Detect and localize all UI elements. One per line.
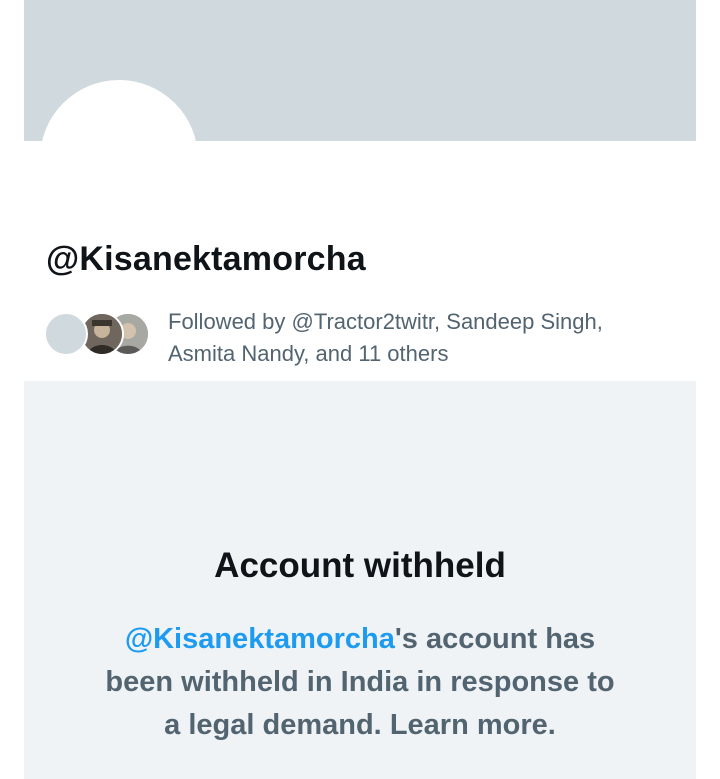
withheld-title: Account withheld: [214, 546, 506, 585]
withheld-message: @Kisanektamorcha's account has been with…: [60, 618, 660, 747]
profile-avatar[interactable]: [40, 80, 198, 238]
withheld-line: a legal demand. Learn more.: [60, 704, 660, 747]
withheld-text: 's account has: [394, 623, 596, 655]
withheld-line: been withheld in India in response to: [105, 666, 615, 698]
follower-avatar: [44, 312, 88, 356]
person-photo-icon: [82, 314, 122, 354]
followed-by-line: Asmita Nandy, and 11 others: [168, 341, 449, 366]
followed-by-text: Followed by @Tractor2twitr, Sandeep Sing…: [168, 306, 668, 370]
handle-link[interactable]: @Kisanektamorcha: [125, 623, 395, 655]
followed-by-row[interactable]: Followed by @Tractor2twitr, Sandeep Sing…: [44, 306, 684, 376]
profile-handle: @Kisanektamorcha: [46, 240, 366, 278]
followed-by-line: Followed by @Tractor2twitr, Sandeep Sing…: [168, 309, 603, 334]
withheld-line: @Kisanektamorcha's account has: [60, 618, 660, 661]
withheld-text: a legal demand.: [164, 709, 390, 741]
learn-more-link[interactable]: Learn more.: [390, 709, 556, 741]
profile-page: @Kisanektamorcha Followed by @Tractor2tw…: [24, 0, 696, 779]
